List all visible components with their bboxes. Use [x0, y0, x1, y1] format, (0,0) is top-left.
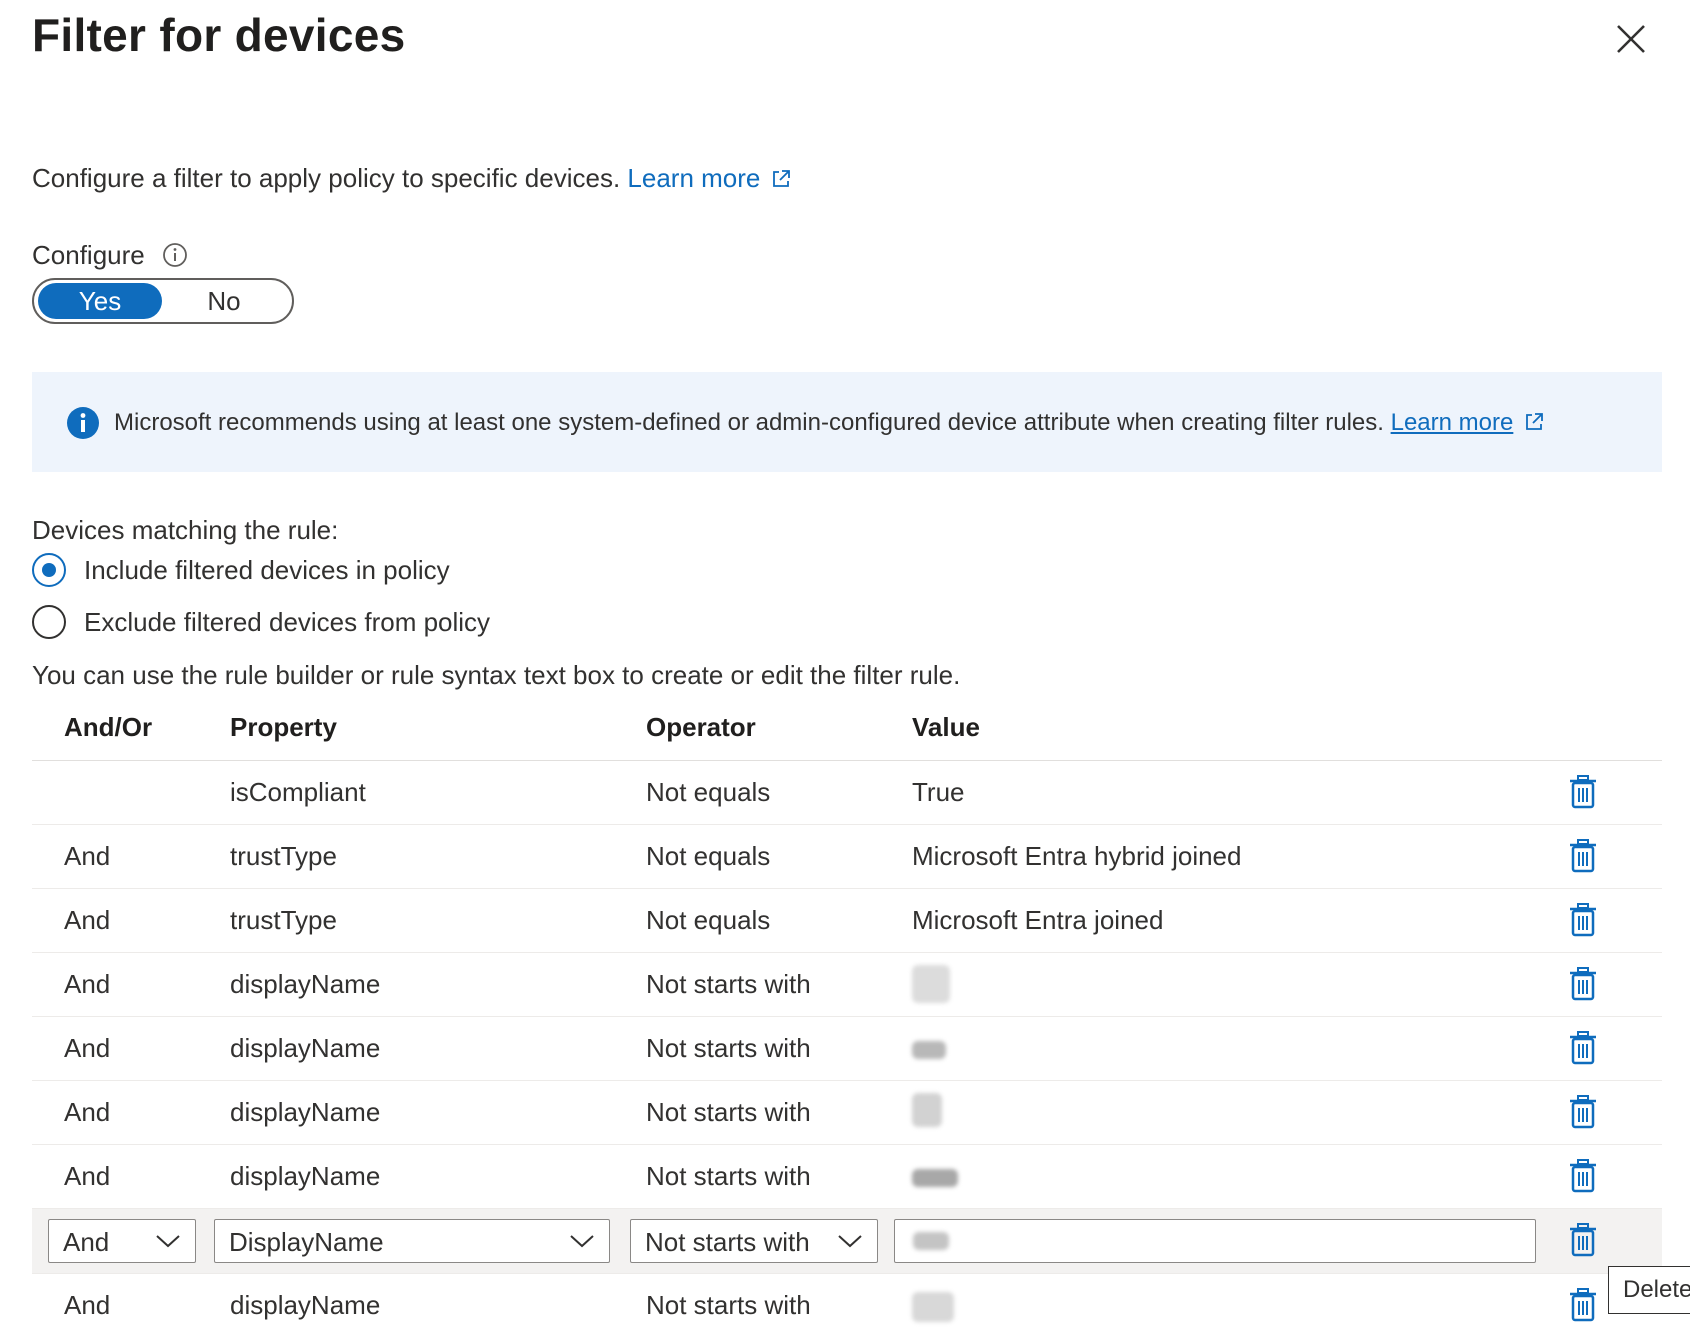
redacted-value	[912, 1292, 954, 1322]
cell-andor: And	[64, 1033, 111, 1063]
trash-icon[interactable]	[1568, 1031, 1598, 1065]
cell-operator: Not equals	[646, 905, 771, 935]
table-row[interactable]: And displayName Not starts with	[32, 953, 1662, 1017]
external-link-icon	[1526, 413, 1544, 430]
radio-exclude-button[interactable]	[32, 605, 66, 639]
cell-andor: And	[64, 969, 111, 999]
cell-property: isCompliant	[230, 777, 366, 807]
trash-icon[interactable]	[1568, 839, 1598, 873]
cell-operator: Not starts with	[646, 1097, 811, 1127]
redacted-value	[913, 1232, 949, 1250]
description-text: Configure a filter to apply policy to sp…	[32, 163, 621, 193]
operator-dropdown[interactable]: Not starts with	[630, 1219, 878, 1263]
cell-andor: And	[64, 905, 111, 935]
radio-include-button[interactable]	[32, 553, 66, 587]
cell-property: trustType	[230, 841, 337, 871]
learn-more-label: Learn more	[627, 163, 761, 193]
cell-property: displayName	[230, 1290, 381, 1320]
table-row[interactable]: And trustType Not equals Microsoft Entra…	[32, 889, 1662, 953]
rule-builder-hint: You can use the rule builder or rule syn…	[32, 660, 961, 690]
trash-icon[interactable]	[1568, 1288, 1598, 1322]
cell-value: Microsoft Entra hybrid joined	[912, 841, 1242, 871]
close-icon	[1617, 25, 1645, 53]
cell-property: displayName	[230, 1097, 381, 1127]
property-dropdown[interactable]: DisplayName	[214, 1219, 610, 1263]
learn-more-link[interactable]: Learn more	[627, 163, 792, 193]
info-icon	[67, 407, 99, 439]
info-banner: Microsoft recommends using at least one …	[32, 372, 1662, 472]
table-row[interactable]: And trustType Not equals Microsoft Entra…	[32, 825, 1662, 889]
trash-icon[interactable]	[1568, 967, 1598, 1001]
table-row[interactable]: And displayName Not starts with	[32, 1017, 1662, 1081]
trash-icon[interactable]	[1568, 903, 1598, 937]
table-header: And/Or Property Operator Value	[32, 700, 1662, 761]
radio-include-label: Include filtered devices in policy	[84, 554, 450, 585]
header-property: Property	[230, 712, 337, 742]
toggle-yes[interactable]: Yes	[38, 283, 162, 319]
trash-icon[interactable]	[1568, 1223, 1598, 1257]
table-row[interactable]: And displayName Not starts with	[32, 1274, 1662, 1337]
cell-operator: Not starts with	[646, 1161, 811, 1191]
toggle-no[interactable]: No	[184, 283, 264, 319]
cell-property: displayName	[230, 969, 381, 999]
header-andor: And/Or	[64, 712, 153, 742]
cell-operator: Not starts with	[646, 1033, 811, 1063]
configure-toggle[interactable]: Yes No	[32, 278, 294, 324]
chevron-down-icon	[156, 1235, 180, 1248]
header-operator: Operator	[646, 712, 756, 742]
banner-message: Microsoft recommends using at least one …	[114, 409, 1545, 437]
operator-dropdown-value: Not starts with	[645, 1227, 810, 1257]
table-row[interactable]: And displayName Not starts with	[32, 1145, 1662, 1209]
cell-property: trustType	[230, 905, 337, 935]
andor-dropdown[interactable]: And	[48, 1219, 196, 1263]
cell-property: displayName	[230, 1033, 381, 1063]
cell-property: displayName	[230, 1161, 381, 1191]
radio-include[interactable]: Include filtered devices in policy	[32, 550, 450, 590]
cell-value: True	[912, 777, 965, 807]
cell-value: Microsoft Entra joined	[912, 905, 1164, 935]
cell-andor: And	[64, 1097, 111, 1127]
chevron-down-icon	[838, 1235, 862, 1248]
external-link-icon	[773, 170, 791, 187]
info-icon[interactable]	[162, 242, 188, 268]
cell-operator: Not equals	[646, 777, 771, 807]
configure-label: Configure	[32, 240, 145, 270]
chevron-down-icon	[570, 1235, 594, 1248]
delete-tooltip: Delete	[1608, 1266, 1690, 1314]
matching-label: Devices matching the rule:	[32, 515, 339, 545]
table-row-editing[interactable]: And DisplayName Not starts with	[32, 1209, 1662, 1274]
header-value: Value	[912, 712, 980, 742]
value-input[interactable]	[894, 1219, 1536, 1263]
close-button[interactable]	[1612, 20, 1650, 58]
cell-operator: Not starts with	[646, 1290, 811, 1320]
redacted-value	[912, 1169, 958, 1187]
trash-icon[interactable]	[1568, 1095, 1598, 1129]
cell-operator: Not equals	[646, 841, 771, 871]
banner-learn-more-link[interactable]: Learn more	[1391, 409, 1514, 436]
redacted-value	[912, 1093, 942, 1127]
redacted-value	[912, 965, 950, 1003]
cell-andor: And	[64, 841, 111, 871]
banner-learn-more-label: Learn more	[1390, 409, 1514, 436]
redacted-value	[912, 1041, 946, 1059]
radio-exclude[interactable]: Exclude filtered devices from policy	[32, 602, 490, 642]
trash-icon[interactable]	[1568, 775, 1598, 809]
table-row[interactable]: isCompliant Not equals True	[32, 761, 1662, 825]
trash-icon[interactable]	[1568, 1159, 1598, 1193]
andor-dropdown-value: And	[63, 1227, 110, 1257]
panel-title: Filter for devices	[32, 9, 406, 61]
property-dropdown-value: DisplayName	[229, 1227, 384, 1257]
rule-table: And/Or Property Operator Value isComplia…	[32, 700, 1662, 1337]
radio-exclude-label: Exclude filtered devices from policy	[84, 606, 491, 637]
cell-andor: And	[64, 1161, 111, 1191]
cell-operator: Not starts with	[646, 969, 811, 999]
banner-text: Microsoft recommends using at least one …	[114, 409, 1384, 436]
table-row[interactable]: And displayName Not starts with	[32, 1081, 1662, 1145]
cell-andor: And	[64, 1290, 111, 1320]
panel-description: Configure a filter to apply policy to sp…	[32, 163, 792, 194]
